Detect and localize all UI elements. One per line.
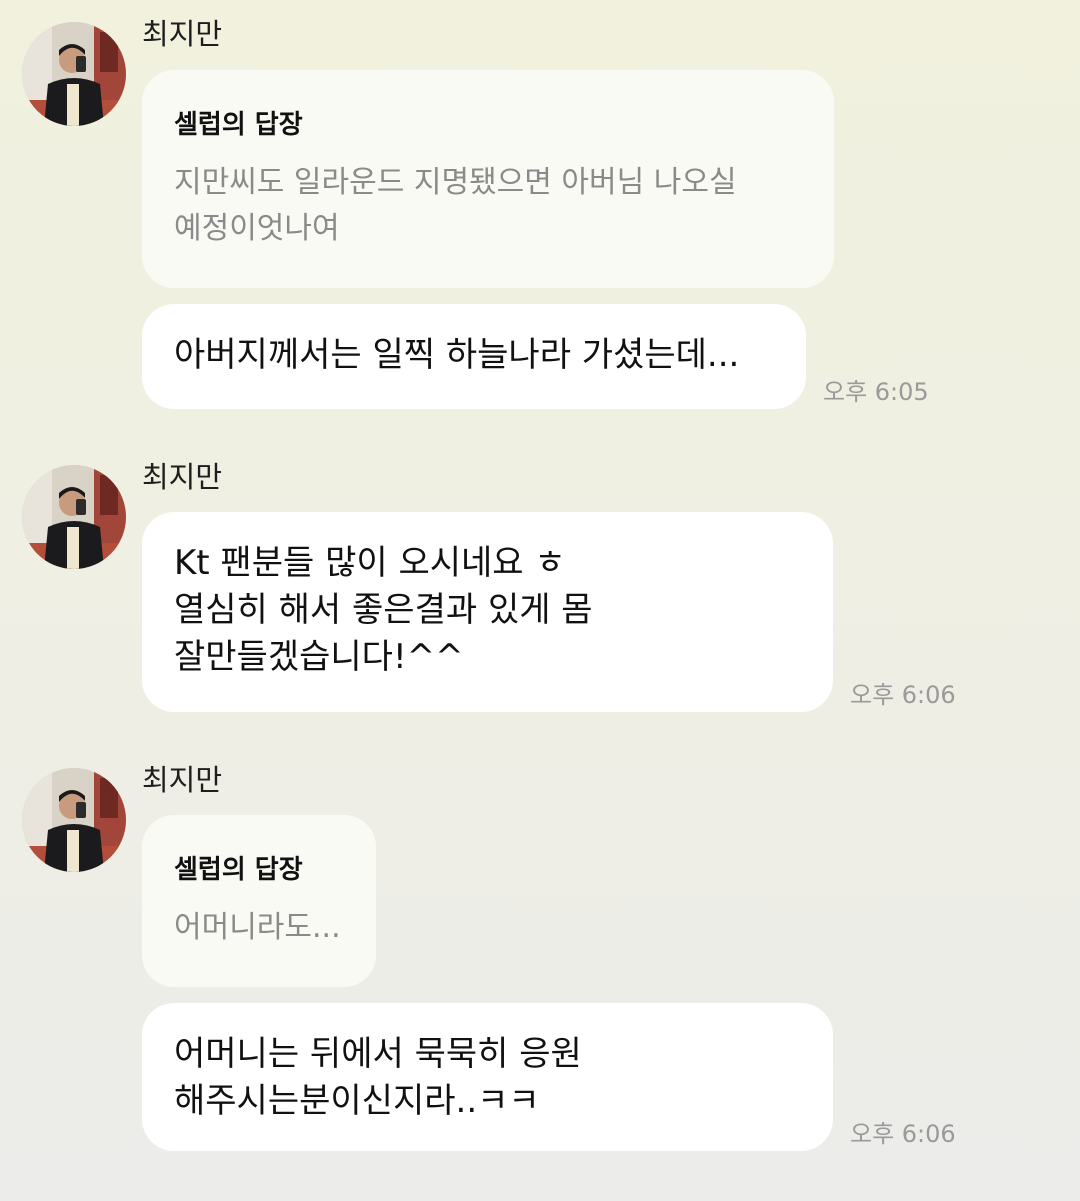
avatar[interactable] bbox=[22, 768, 126, 872]
message-timestamp: 오후 6:05 bbox=[823, 378, 929, 406]
sender-name: 최지만 bbox=[142, 17, 223, 51]
avatar[interactable] bbox=[22, 465, 126, 569]
message-text: Kt 팬분들 많이 오시네요 ㅎ 열심히 해서 좋은결과 있게 몸 잘만들겠습니… bbox=[174, 543, 593, 677]
sender-name: 최지만 bbox=[142, 763, 223, 797]
message-bubble[interactable]: 아버지께서는 일찍 하늘나라 가셨는데... bbox=[142, 304, 806, 409]
message-text: 아버지께서는 일찍 하늘나라 가셨는데... bbox=[174, 335, 740, 375]
message-bubble[interactable]: Kt 팬분들 많이 오시네요 ㅎ 열심히 해서 좋은결과 있게 몸 잘만들겠습니… bbox=[142, 512, 833, 712]
reply-quote-title: 셀럽의 답장 bbox=[174, 855, 303, 885]
profile-photo-icon bbox=[22, 465, 126, 569]
profile-photo-icon bbox=[22, 22, 126, 126]
sender-name: 최지만 bbox=[142, 460, 223, 494]
reply-quote-text: 지만씨도 일라운드 지명됐으면 아버님 나오실 예정이엇나여 bbox=[174, 165, 737, 246]
reply-quote-bubble[interactable]: 셀럽의 답장 지만씨도 일라운드 지명됐으면 아버님 나오실 예정이엇나여 bbox=[142, 70, 834, 288]
message-timestamp: 오후 6:06 bbox=[850, 1120, 956, 1148]
message-timestamp: 오후 6:06 bbox=[850, 681, 956, 709]
reply-quote-title: 셀럽의 답장 bbox=[174, 110, 303, 140]
message-bubble[interactable]: 어머니는 뒤에서 묵묵히 응원 해주시는분이신지라..ㅋㅋ bbox=[142, 1003, 833, 1151]
reply-quote-text: 어머니라도... bbox=[174, 910, 341, 945]
profile-photo-icon bbox=[22, 768, 126, 872]
reply-quote-bubble[interactable]: 셀럽의 답장 어머니라도... bbox=[142, 815, 376, 987]
avatar[interactable] bbox=[22, 22, 126, 126]
message-text: 어머니는 뒤에서 묵묵히 응원 해주시는분이신지라..ㅋㅋ bbox=[174, 1034, 582, 1121]
